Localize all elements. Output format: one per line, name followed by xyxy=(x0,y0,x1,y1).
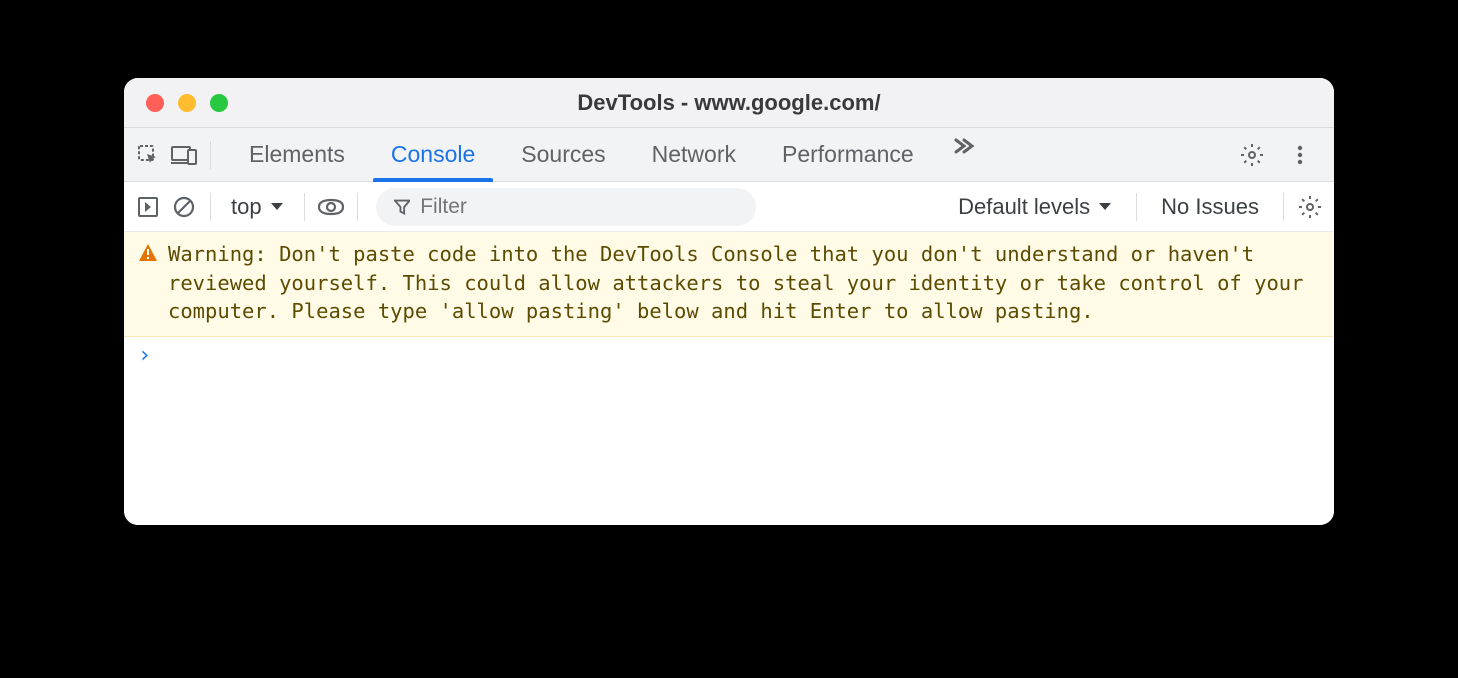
console-settings-icon[interactable] xyxy=(1292,189,1328,225)
tab-elements[interactable]: Elements xyxy=(227,128,367,182)
panel-tabstrip: Elements Console Sources Network Perform… xyxy=(124,128,1334,182)
tab-console[interactable]: Console xyxy=(369,128,497,182)
device-toolbar-icon[interactable] xyxy=(166,137,202,173)
filter-icon xyxy=(394,198,411,216)
divider xyxy=(210,141,211,169)
tab-performance[interactable]: Performance xyxy=(760,128,936,182)
log-levels-selector[interactable]: Default levels xyxy=(942,194,1128,220)
warning-icon xyxy=(138,243,158,268)
chevron-down-icon xyxy=(270,202,284,212)
close-window-button[interactable] xyxy=(146,94,164,112)
console-toolbar: top Default levels No Issues xyxy=(124,182,1334,232)
console-warning-row: Warning: Don't paste code into the DevTo… xyxy=(124,232,1334,337)
prompt-chevron-icon: › xyxy=(138,343,151,368)
minimize-window-button[interactable] xyxy=(178,94,196,112)
chevron-down-icon xyxy=(1098,202,1112,212)
divider xyxy=(304,193,305,221)
filter-input[interactable] xyxy=(420,195,737,219)
divider xyxy=(210,193,211,221)
traffic-lights xyxy=(124,94,228,112)
filter-box[interactable] xyxy=(376,188,756,226)
context-label: top xyxy=(231,194,262,220)
more-tabs-icon[interactable] xyxy=(944,128,980,164)
maximize-window-button[interactable] xyxy=(210,94,228,112)
tab-sources[interactable]: Sources xyxy=(499,128,627,182)
issues-counter[interactable]: No Issues xyxy=(1145,194,1275,220)
tab-network[interactable]: Network xyxy=(630,128,758,182)
clear-console-icon[interactable] xyxy=(166,189,202,225)
console-prompt[interactable]: › xyxy=(124,337,1334,374)
divider xyxy=(357,193,358,221)
levels-label: Default levels xyxy=(958,194,1090,220)
live-expression-icon[interactable] xyxy=(313,189,349,225)
toggle-sidebar-icon[interactable] xyxy=(130,189,166,225)
divider xyxy=(1136,193,1137,221)
devtools-window: DevTools - www.google.com/ Elements Cons… xyxy=(124,78,1334,525)
divider xyxy=(1283,193,1284,221)
window-title: DevTools - www.google.com/ xyxy=(124,90,1334,116)
more-options-icon[interactable] xyxy=(1282,137,1318,173)
inspect-element-icon[interactable] xyxy=(130,137,166,173)
panel-tabs: Elements Console Sources Network Perform… xyxy=(227,128,980,182)
console-content: Warning: Don't paste code into the DevTo… xyxy=(124,232,1334,525)
titlebar: DevTools - www.google.com/ xyxy=(124,78,1334,128)
warning-text: Warning: Don't paste code into the DevTo… xyxy=(168,240,1322,326)
context-selector[interactable]: top xyxy=(219,194,296,220)
settings-icon[interactable] xyxy=(1234,137,1270,173)
